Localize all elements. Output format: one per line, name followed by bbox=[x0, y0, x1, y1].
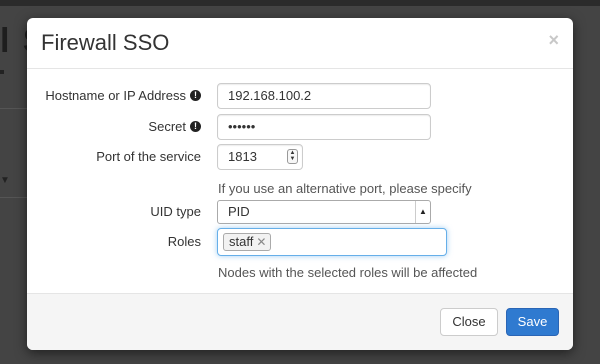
modal-body: Hostname or IP Address ! 192.168.100.2 S… bbox=[27, 69, 573, 295]
hostname-row: Hostname or IP Address ! 192.168.100.2 bbox=[27, 83, 573, 109]
background-divider bbox=[0, 197, 30, 198]
select-arrow-icon: ▲ bbox=[415, 201, 430, 223]
close-button[interactable]: Close bbox=[440, 308, 498, 336]
background-top-bar bbox=[0, 0, 600, 6]
uid-type-label-text: UID type bbox=[150, 204, 201, 219]
modal-title: Firewall SSO bbox=[41, 30, 170, 55]
firewall-sso-modal: Firewall SSO × Hostname or IP Address ! … bbox=[27, 18, 573, 350]
roles-tag-input[interactable]: staff ✕ bbox=[217, 228, 447, 256]
uid-type-row: UID type PID ▲ bbox=[27, 200, 573, 224]
info-icon[interactable]: ! bbox=[190, 121, 201, 132]
save-button[interactable]: Save bbox=[506, 308, 559, 336]
remove-tag-icon[interactable]: ✕ bbox=[256, 235, 266, 249]
port-help-text: If you use an alternative port, please s… bbox=[218, 181, 472, 196]
port-value: 1813 bbox=[228, 149, 257, 164]
secret-label: Secret ! bbox=[148, 119, 201, 134]
uid-type-selected: PID bbox=[228, 204, 250, 219]
role-tag: staff ✕ bbox=[223, 233, 272, 251]
uid-type-label: UID type bbox=[150, 204, 201, 219]
secret-input[interactable]: •••••• bbox=[217, 114, 431, 140]
background-divider bbox=[0, 108, 30, 109]
hostname-label: Hostname or IP Address ! bbox=[45, 88, 201, 103]
secret-label-text: Secret bbox=[148, 119, 186, 134]
close-icon[interactable]: × bbox=[548, 30, 559, 51]
port-stepper-icon[interactable]: ▲ ▼ bbox=[287, 149, 298, 164]
port-label-text: Port of the service bbox=[96, 149, 201, 164]
port-input[interactable]: 1813 ▲ ▼ bbox=[217, 144, 303, 170]
modal-header: Firewall SSO × bbox=[27, 18, 573, 69]
background-caret-icon: ▼ bbox=[0, 175, 10, 186]
roles-label-text: Roles bbox=[167, 234, 201, 249]
background-mark bbox=[0, 70, 4, 74]
uid-type-select[interactable]: PID ▲ bbox=[217, 200, 431, 224]
role-tag-label: staff bbox=[229, 234, 254, 249]
roles-label: Roles bbox=[168, 234, 201, 249]
hostname-input[interactable]: 192.168.100.2 bbox=[217, 83, 431, 109]
roles-row: Roles staff ✕ bbox=[27, 228, 573, 256]
secret-row: Secret ! •••••• bbox=[27, 114, 573, 140]
info-icon[interactable]: ! bbox=[190, 90, 201, 101]
port-label: Port of the service bbox=[96, 149, 201, 164]
hostname-label-text: Hostname or IP Address bbox=[45, 88, 186, 103]
port-row: Port of the service 1813 ▲ ▼ bbox=[27, 144, 573, 170]
modal-footer: Close Save bbox=[27, 293, 573, 350]
roles-help-text: Nodes with the selected roles will be af… bbox=[218, 265, 478, 280]
